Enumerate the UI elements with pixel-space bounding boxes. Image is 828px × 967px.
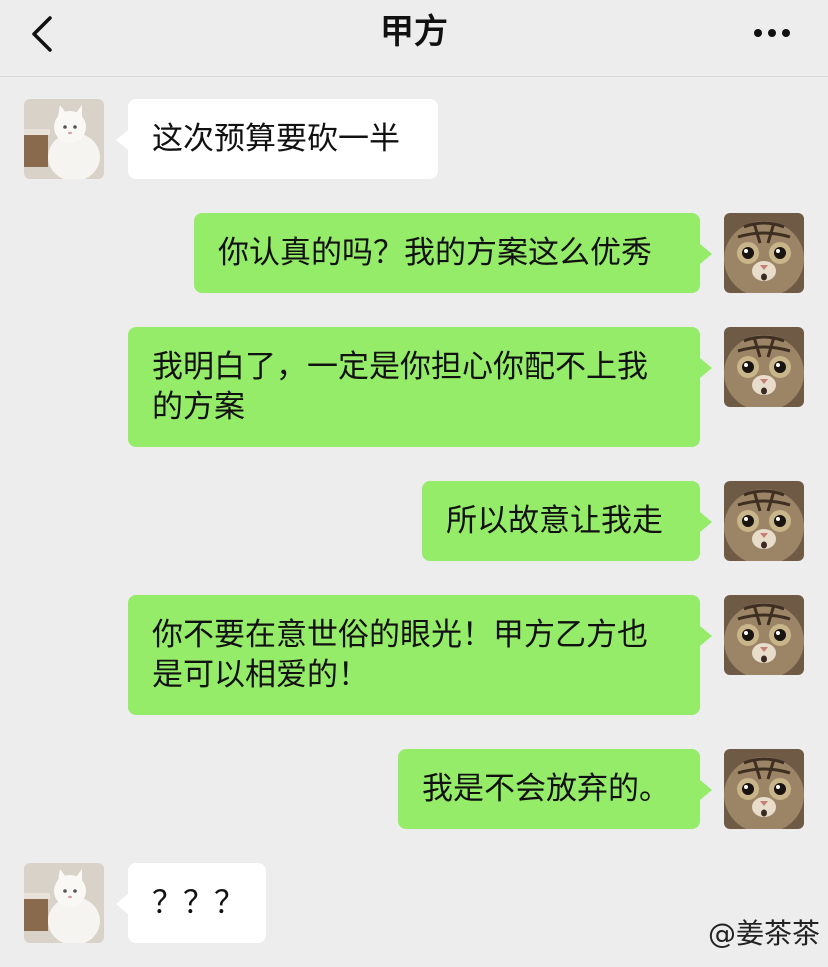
chevron-left-icon[interactable] [28, 14, 58, 54]
message-bubble[interactable]: 这次预算要砍一半 [128, 99, 438, 179]
message-bubble[interactable]: 你不要在意世俗的眼光！甲方乙方也是可以相爱的！ [128, 595, 700, 715]
bubble-tail [700, 780, 712, 800]
chat-title: 甲方 [380, 12, 448, 52]
more-dots-icon[interactable] [748, 20, 798, 46]
bubble-tail [700, 512, 712, 532]
white-cat-avatar[interactable] [24, 99, 104, 179]
message-bubble[interactable]: 我明白了，一定是你担心你配不上我的方案 [128, 327, 700, 447]
bubble-tail [700, 626, 712, 646]
bubble-tail [116, 130, 128, 150]
tabby-cat-avatar[interactable] [724, 327, 804, 407]
message-bubble[interactable]: ？？？ [128, 863, 266, 943]
chat-header: 甲方 [0, 0, 828, 77]
message-bubble[interactable]: 我是不会放弃的。 [398, 749, 700, 829]
bubble-tail [700, 244, 712, 264]
tabby-cat-avatar[interactable] [724, 213, 804, 293]
tabby-cat-avatar[interactable] [724, 481, 804, 561]
bubble-tail [700, 358, 712, 378]
white-cat-avatar[interactable] [24, 863, 104, 943]
message-bubble[interactable]: 你认真的吗？我的方案这么优秀 [194, 213, 700, 293]
tabby-cat-avatar[interactable] [724, 749, 804, 829]
tabby-cat-avatar[interactable] [724, 595, 804, 675]
watermark: @姜茶茶 [707, 917, 820, 950]
message-bubble[interactable]: 所以故意让我走 [422, 481, 700, 561]
bubble-tail [116, 894, 128, 914]
